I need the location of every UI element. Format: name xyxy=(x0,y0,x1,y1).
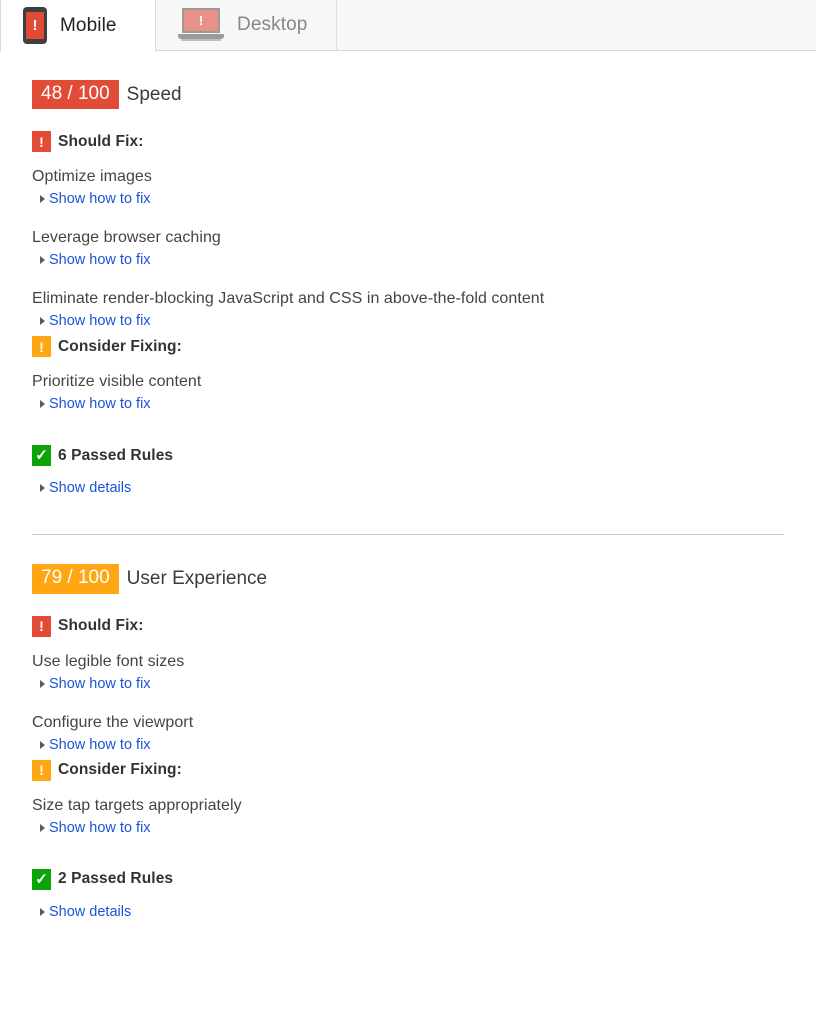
group-passed-rules: ✓ 6 Passed Rules Show details xyxy=(32,445,784,497)
disclosure-label: Show details xyxy=(49,903,132,920)
show-how-to-fix-link[interactable]: Show how to fix xyxy=(32,252,151,268)
group-header: ✓ 2 Passed Rules xyxy=(32,868,784,890)
score-badge: 79 / 100 xyxy=(32,564,119,594)
disclosure-label: Show details xyxy=(49,480,132,497)
tab-mobile[interactable]: ! Mobile xyxy=(0,0,156,52)
list-item: Size tap targets appropriately Show how … xyxy=(32,797,784,837)
group-header: ! Consider Fixing: xyxy=(32,336,784,358)
rule-title: Optimize images xyxy=(32,168,152,186)
disclosure-label: Show how to fix xyxy=(49,736,151,753)
list-item: Optimize images Show how to fix xyxy=(32,168,784,208)
group-header: ✓ 6 Passed Rules xyxy=(32,445,784,467)
group-consider-fixing: ! Consider Fixing: Size tap targets appr… xyxy=(32,759,784,837)
chevron-right-icon xyxy=(40,317,45,326)
rule-title: Eliminate render-blocking JavaScript and… xyxy=(32,290,545,308)
page-title: User Experience xyxy=(126,567,268,589)
passed-rules-label: 2 Passed Rules xyxy=(58,870,174,888)
tab-desktop[interactable]: ! Desktop xyxy=(156,0,337,51)
chevron-right-icon xyxy=(40,195,45,204)
section-user-experience: 79 / 100 User Experience ! Should Fix: U… xyxy=(32,534,784,920)
group-header: ! Should Fix: xyxy=(32,615,784,637)
group-label: Consider Fixing: xyxy=(58,337,182,355)
chevron-right-icon xyxy=(40,740,45,749)
disclosure-label: Show how to fix xyxy=(49,313,151,330)
exclamation-glyph: ! xyxy=(198,13,204,28)
chevron-right-icon xyxy=(40,256,45,265)
group-should-fix: ! Should Fix: Optimize images Show how t… xyxy=(32,131,784,330)
section-speed: 48 / 100 Speed ! Should Fix: Optimize im… xyxy=(32,51,784,497)
show-how-to-fix-link[interactable]: Show how to fix xyxy=(32,313,151,329)
tab-bar-filler xyxy=(337,0,816,51)
list-item: Leverage browser caching Show how to fix xyxy=(32,229,784,269)
warning-icon: ! xyxy=(32,759,51,781)
group-header: ! Should Fix: xyxy=(32,131,784,153)
chevron-right-icon xyxy=(40,679,45,688)
passed-rules-label: 6 Passed Rules xyxy=(58,446,174,464)
show-details-link[interactable]: Show details xyxy=(32,904,131,920)
group-should-fix: ! Should Fix: Use legible font sizes Sho… xyxy=(32,615,784,754)
score-badge: 48 / 100 xyxy=(32,80,119,110)
disclosure-label: Show how to fix xyxy=(49,675,151,692)
tab-desktop-label: Desktop xyxy=(237,14,308,35)
tab-mobile-label: Mobile xyxy=(60,14,117,36)
list-item: Eliminate render-blocking JavaScript and… xyxy=(32,290,784,330)
rule-title: Configure the viewport xyxy=(32,713,194,731)
chevron-right-icon xyxy=(40,823,45,832)
group-consider-fixing: ! Consider Fixing: Prioritize visible co… xyxy=(32,336,784,413)
page-title: Speed xyxy=(126,83,182,105)
results-tab-bar: ! Mobile ! Desktop xyxy=(0,0,816,52)
rule-title: Size tap targets appropriately xyxy=(32,796,242,814)
disclosure-label: Show how to fix xyxy=(49,252,151,269)
results-content: 48 / 100 Speed ! Should Fix: Optimize im… xyxy=(0,51,816,921)
mobile-phone-alert-icon: ! xyxy=(23,7,47,44)
list-item: Configure the viewport Show how to fix xyxy=(32,714,784,754)
laptop-screen: ! xyxy=(182,8,220,33)
rule-title: Use legible font sizes xyxy=(32,652,185,670)
disclosure-label: Show how to fix xyxy=(49,396,151,413)
group-label: Should Fix: xyxy=(58,617,144,635)
laptop-alert-icon: ! xyxy=(178,8,224,42)
show-how-to-fix-link[interactable]: Show how to fix xyxy=(32,676,151,692)
disclosure-label: Show how to fix xyxy=(49,191,151,208)
list-item: Use legible font sizes Show how to fix xyxy=(32,653,784,693)
rule-title: Leverage browser caching xyxy=(32,229,221,247)
score-row: 79 / 100 User Experience xyxy=(32,564,784,594)
chevron-right-icon xyxy=(40,484,45,493)
check-icon: ✓ xyxy=(32,868,51,890)
alert-icon: ! xyxy=(32,615,51,637)
laptop-foot xyxy=(181,39,221,41)
disclosure-label: Show how to fix xyxy=(49,819,151,836)
show-how-to-fix-link[interactable]: Show how to fix xyxy=(32,737,151,753)
phone-screen: ! xyxy=(26,12,44,39)
group-passed-rules: ✓ 2 Passed Rules Show details xyxy=(32,868,784,921)
rule-title: Prioritize visible content xyxy=(32,373,202,391)
chevron-right-icon xyxy=(40,400,45,409)
show-details-link[interactable]: Show details xyxy=(32,480,131,496)
chevron-right-icon xyxy=(40,907,45,916)
show-how-to-fix-link[interactable]: Show how to fix xyxy=(32,191,151,207)
score-row: 48 / 100 Speed xyxy=(32,80,784,110)
list-item: Prioritize visible content Show how to f… xyxy=(32,373,784,413)
show-how-to-fix-link[interactable]: Show how to fix xyxy=(32,396,151,412)
group-label: Consider Fixing: xyxy=(58,761,182,779)
alert-icon: ! xyxy=(32,131,51,153)
check-icon: ✓ xyxy=(32,445,51,467)
group-header: ! Consider Fixing: xyxy=(32,759,784,781)
group-label: Should Fix: xyxy=(58,132,144,150)
warning-icon: ! xyxy=(32,336,51,358)
exclamation-glyph: ! xyxy=(32,17,38,34)
show-how-to-fix-link[interactable]: Show how to fix xyxy=(32,820,151,836)
